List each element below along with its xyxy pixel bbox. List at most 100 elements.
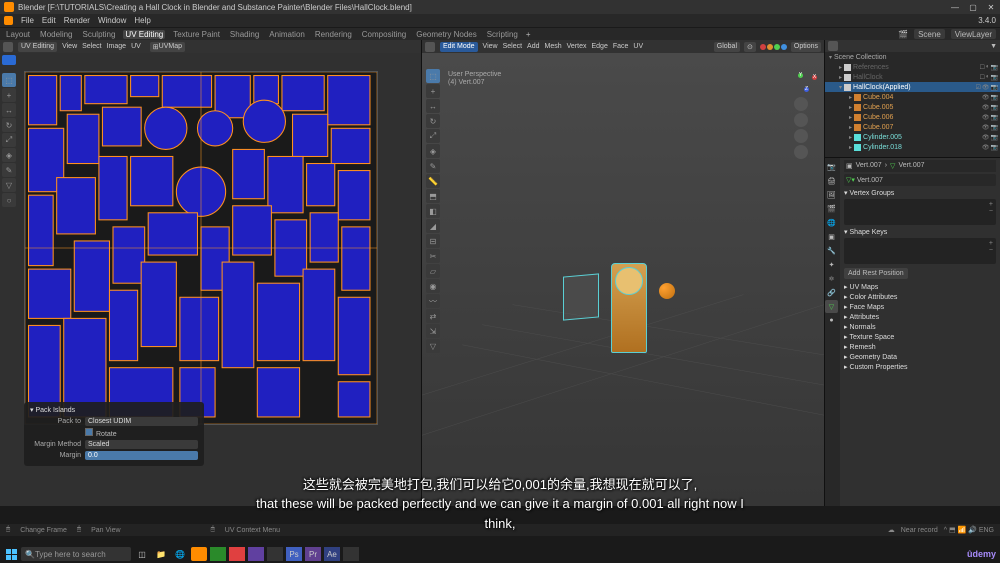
3d-viewport[interactable]: User Perspective (4) Vert.007 ⬚ + ↔ ↻ ⤢ … (422, 53, 824, 506)
tab-particle-icon[interactable]: ✦ (825, 258, 838, 271)
tab-object-icon[interactable]: ▣ (825, 230, 838, 243)
tool-inset-icon[interactable]: ◧ (426, 204, 440, 218)
vp-menu-edge[interactable]: Edge (592, 43, 608, 50)
uv-menu-view[interactable]: View (62, 43, 77, 50)
matprev-dot[interactable] (781, 44, 787, 50)
outliner-item-active[interactable]: ▾HallClock(Applied)☑👁📷 (825, 82, 1000, 92)
maximize-button[interactable]: ▢ (968, 3, 978, 12)
section-face-maps[interactable]: ▸Face Maps (844, 303, 996, 311)
solid-dot[interactable] (774, 44, 780, 50)
outliner-item[interactable]: ▸Cylinder.018👁📷 (825, 142, 1000, 152)
tool-select-icon[interactable]: ⬚ (2, 73, 16, 87)
camera-icon[interactable] (794, 129, 808, 143)
outliner-item[interactable]: ▸References☐◐📷 (825, 62, 1000, 72)
outliner-item[interactable]: ▸Cube.007👁📷 (825, 122, 1000, 132)
outliner-item[interactable]: ▸Cube.006👁📷 (825, 112, 1000, 122)
xray-dot[interactable] (760, 44, 766, 50)
ws-compositing[interactable]: Compositing (360, 30, 408, 39)
section-remesh[interactable]: ▸Remesh (844, 343, 996, 351)
uv-menu-select[interactable]: Select (82, 43, 101, 50)
vp-menu-vertex[interactable]: Vertex (567, 43, 587, 50)
ws-animation[interactable]: Animation (267, 30, 307, 39)
taskbar-search[interactable]: 🔍 Type here to search (21, 547, 131, 561)
uv-canvas[interactable] (24, 71, 378, 425)
section-attributes[interactable]: ▸Attributes (844, 313, 996, 321)
ws-texture-paint[interactable]: Texture Paint (171, 30, 222, 39)
outliner-item[interactable]: ▸Cube.004👁📷 (825, 92, 1000, 102)
uvmap-selector[interactable]: ⊞ UVMap (150, 42, 185, 52)
app-ae-icon[interactable]: Ae (324, 547, 340, 561)
section-color-attributes[interactable]: ▸Color Attributes (844, 293, 996, 301)
vp-menu-uv[interactable]: UV (633, 43, 643, 50)
tool-shrink-icon[interactable]: ⇲ (426, 324, 440, 338)
section-normals[interactable]: ▸Normals (844, 323, 996, 331)
app-blender-icon[interactable] (191, 547, 207, 561)
tab-view-icon[interactable]: 🖼 (825, 188, 838, 201)
task-view-icon[interactable]: ◫ (134, 547, 150, 561)
tool-measure-icon[interactable]: 📏 (426, 174, 440, 188)
options-dropdown[interactable]: Options (791, 42, 821, 52)
ws-layout[interactable]: Layout (4, 30, 32, 39)
ws-scripting[interactable]: Scripting (485, 30, 520, 39)
section-texture-space[interactable]: ▸Texture Space (844, 333, 996, 341)
ws-sculpting[interactable]: Sculpting (81, 30, 118, 39)
viewlayer-selector[interactable]: ViewLayer (951, 29, 996, 39)
tool-rip-region-icon[interactable]: ▽ (426, 339, 440, 353)
uv-mode-dropdown[interactable]: UV Editing (18, 42, 57, 52)
vp-menu-mesh[interactable]: Mesh (545, 43, 562, 50)
margin-method-dropdown[interactable]: Scaled (85, 440, 198, 449)
uv-viewport[interactable]: ⬚ + ↔ ↻ ⤢ ◈ ✎ ▽ ○ (0, 53, 421, 506)
margin-input[interactable]: 0.0 (85, 451, 198, 460)
tool-extrude-icon[interactable]: ⬒ (426, 189, 440, 203)
ws-rendering[interactable]: Rendering (313, 30, 354, 39)
menu-help[interactable]: Help (134, 16, 150, 25)
ws-geometry-nodes[interactable]: Geometry Nodes (414, 30, 478, 39)
tool-cursor-3d-icon[interactable]: + (426, 84, 440, 98)
tab-scene-icon[interactable]: 🎬 (825, 202, 838, 215)
tool-annotate-icon[interactable]: ✎ (2, 163, 16, 177)
uv-sync-toggle[interactable] (2, 55, 16, 65)
outliner-type-icon[interactable] (828, 41, 838, 51)
tab-mesh-icon[interactable]: ▽ (825, 300, 838, 313)
tool-spin-icon[interactable]: ◉ (426, 279, 440, 293)
ws-modeling[interactable]: Modeling (38, 30, 74, 39)
outliner-item[interactable]: ▸Cube.005👁📷 (825, 102, 1000, 112)
add-rest-position-button[interactable]: Add Rest Position (844, 268, 908, 279)
tool-cursor-icon[interactable]: + (2, 88, 16, 102)
outliner-filter-icon[interactable]: ▼ (990, 43, 997, 50)
tab-output-icon[interactable]: 🖨 (825, 174, 838, 187)
tool-transform-3d-icon[interactable]: ◈ (426, 144, 440, 158)
tool-polybuild-icon[interactable]: ▱ (426, 264, 440, 278)
vp-menu-select[interactable]: Select (503, 43, 522, 50)
app-red-icon[interactable] (229, 547, 245, 561)
close-button[interactable]: ✕ (986, 3, 996, 12)
app-dark-icon[interactable] (267, 547, 283, 561)
tool-rotate-icon[interactable]: ↻ (2, 118, 16, 132)
tab-constraint-icon[interactable]: 🔗 (825, 286, 838, 299)
tool-rotate-3d-icon[interactable]: ↻ (426, 114, 440, 128)
menu-window[interactable]: Window (98, 16, 126, 25)
tool-move-icon[interactable]: ↔ (2, 103, 16, 117)
section-custom-properties[interactable]: ▸Custom Properties (844, 363, 996, 371)
ws-uv-editing[interactable]: UV Editing (123, 30, 165, 39)
menu-edit[interactable]: Edit (42, 16, 56, 25)
start-button[interactable] (4, 547, 18, 561)
section-vertex-groups[interactable]: ▾Vertex Groups (844, 189, 996, 197)
pack-to-dropdown[interactable]: Closest UDIM (85, 417, 198, 426)
tab-material-icon[interactable]: ● (825, 314, 838, 327)
section-shape-keys[interactable]: ▾Shape Keys (844, 228, 996, 236)
tool-knife-icon[interactable]: ✂ (426, 249, 440, 263)
menu-file[interactable]: File (21, 16, 34, 25)
outliner-scene-collection[interactable]: ▾Scene Collection (825, 52, 1000, 62)
tab-physics-icon[interactable]: ⚛ (825, 272, 838, 285)
mode-dropdown[interactable]: Edit Mode (440, 42, 478, 52)
app-green-icon[interactable] (210, 547, 226, 561)
tool-grab-icon[interactable]: ○ (2, 193, 16, 207)
section-geometry-data[interactable]: ▸Geometry Data (844, 353, 996, 361)
tool-move-3d-icon[interactable]: ↔ (426, 99, 440, 113)
app-ps-icon[interactable]: Ps (286, 547, 302, 561)
uv-menu-uv[interactable]: UV (131, 43, 141, 50)
tool-rip-icon[interactable]: ▽ (2, 178, 16, 192)
scene-selector[interactable]: Scene (914, 29, 945, 39)
zoom-icon[interactable] (794, 97, 808, 111)
